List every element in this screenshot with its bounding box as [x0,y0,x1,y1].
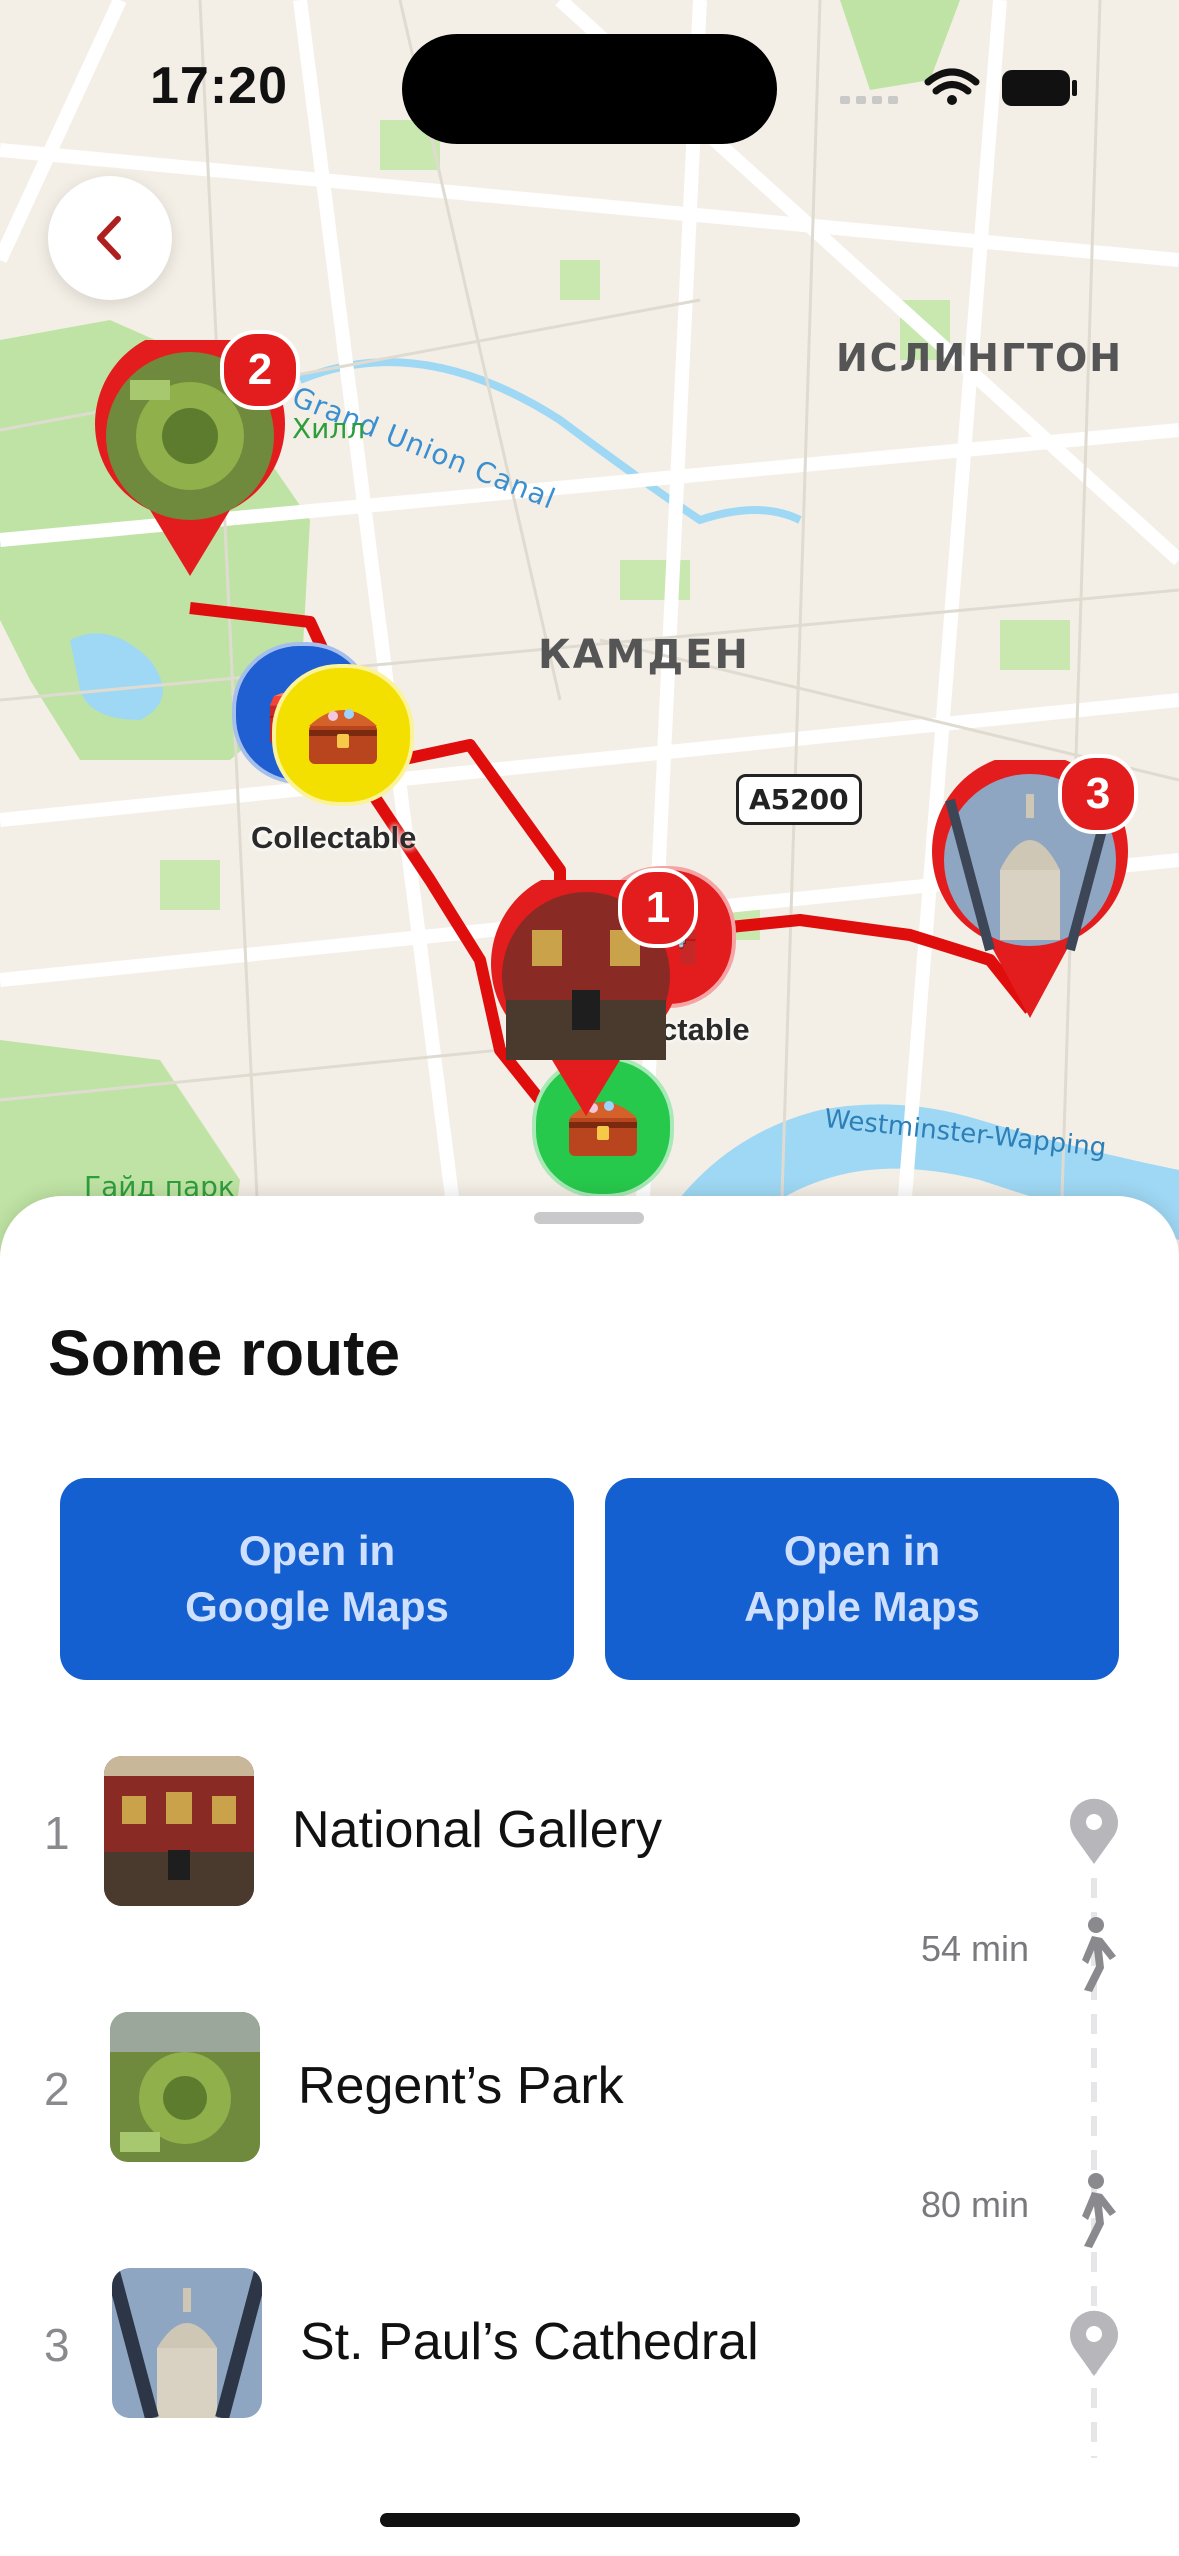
status-bar: 17:20 [0,0,1179,150]
app-screen: ИСЛИНГТОН КАМДЕН Grand Union Canal Хилл … [0,0,1179,2556]
collectable-label: Collectable [251,820,417,855]
route-sheet[interactable]: Some route Open in Google Maps Open in A… [0,1196,1179,2556]
district-label-islington: ИСЛИНГТОН [836,336,1124,380]
district-label-camden: КАМДЕН [538,632,750,678]
wifi-icon [924,68,980,95]
route-map[interactable]: ИСЛИНГТОН КАМДЕН Grand Union Canal Хилл … [0,0,1179,1260]
walking-person-icon [1062,2172,1122,2253]
place-name: Regent’s Park [298,2057,624,2115]
pin-number-badge: 3 [1058,754,1138,834]
place-thumbnail [110,2012,260,2162]
map-pin-icon [1058,2308,1130,2385]
place-row[interactable]: 2 Regent’s Park [0,2012,1179,2172]
battery-icon [1002,70,1077,106]
back-button[interactable] [48,176,172,300]
button-line-1: Open in [238,1527,396,1574]
sheet-grabber[interactable] [534,1212,644,1224]
place-index: 3 [44,2319,70,2371]
button-line-2: Apple Maps [744,1583,980,1630]
pin-number-badge: 2 [220,330,300,410]
map-pin-regents-park[interactable]: 2 [90,328,300,580]
home-indicator[interactable] [380,2513,800,2527]
walk-segment: 54 min [0,1916,1179,1996]
place-name: National Gallery [292,1801,662,1859]
status-time: 17:20 [150,57,288,115]
dynamic-island [402,34,777,144]
place-row[interactable]: 1 National Gallery [0,1756,1179,1916]
walking-person-icon [1062,1916,1122,1997]
map-pin-st-pauls[interactable]: 3 [930,753,1138,1022]
treasure-chest-icon [309,709,377,764]
button-line-2: Google Maps [185,1583,449,1630]
button-line-1: Open in [783,1527,941,1574]
pin-number-badge: 1 [618,868,698,948]
route-title: Some route [48,1317,401,1389]
chevron-left-icon [97,216,121,260]
open-google-maps-button[interactable]: Open in Google Maps [60,1478,574,1680]
place-thumbnail [112,2268,262,2418]
map-pin-icon [1058,1796,1130,1873]
open-apple-maps-button[interactable]: Open in Apple Maps [605,1478,1119,1680]
map-pin-national-gallery[interactable]: 1 [486,868,698,1120]
walk-segment: 80 min [0,2172,1179,2252]
signal-icon [840,96,898,104]
hill-label: Хилл [292,412,366,445]
place-name: St. Paul’s Cathedral [300,2313,759,2371]
place-index: 1 [44,1807,70,1859]
walk-duration: 54 min [920,1928,1029,1969]
place-row[interactable]: 3 St. Paul’s Cathedral [0,2268,1179,2428]
collectable-marker-yellow[interactable] [272,664,414,806]
place-index: 2 [44,2063,70,2115]
road-number-badge: A5200 [736,774,862,825]
walk-duration: 80 min [920,2184,1029,2225]
status-icons [840,62,1080,117]
place-thumbnail [104,1756,254,1906]
